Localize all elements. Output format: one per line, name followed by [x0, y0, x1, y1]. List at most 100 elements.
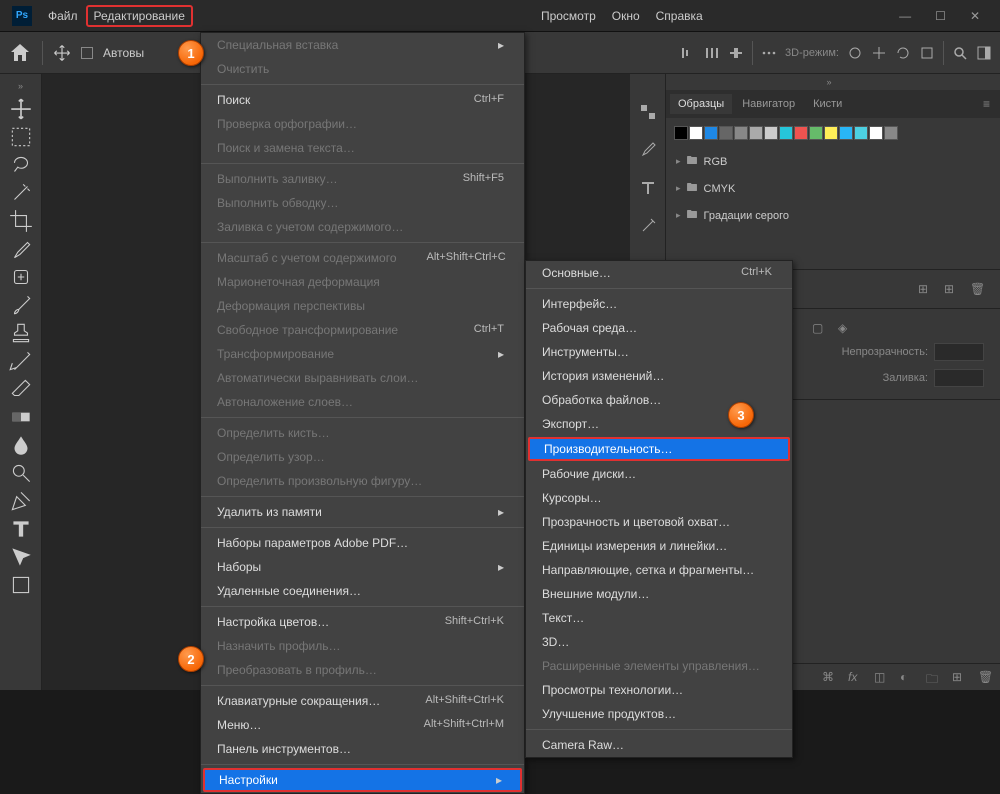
swatch[interactable]: [809, 126, 823, 140]
folder-rgb[interactable]: ▸🖿RGB: [666, 148, 1000, 175]
mask-icon[interactable]: ◫: [874, 670, 888, 684]
menu-auto-align[interactable]: Автоматически выравнивать слои…: [201, 366, 524, 390]
close-button[interactable]: ✕: [966, 7, 984, 25]
workspace-icon[interactable]: [976, 45, 992, 61]
fill-input[interactable]: [934, 369, 984, 387]
new-icon-2[interactable]: ⊞: [944, 282, 958, 296]
menu-define-shape[interactable]: Определить произвольную фигуру…: [201, 469, 524, 493]
gradient-tool[interactable]: [6, 404, 36, 430]
pref-tech-previews[interactable]: Просмотры технологии…: [526, 678, 792, 702]
swatch[interactable]: [779, 126, 793, 140]
history-brush-tool[interactable]: [6, 348, 36, 374]
healing-tool[interactable]: [6, 264, 36, 290]
autoselect-checkbox[interactable]: [81, 47, 93, 59]
search-icon[interactable]: [952, 45, 968, 61]
swatch[interactable]: [869, 126, 883, 140]
link-icon[interactable]: ⌘: [822, 670, 836, 684]
dodge-tool[interactable]: [6, 460, 36, 486]
swatch[interactable]: [734, 126, 748, 140]
new-icon[interactable]: ⊞: [918, 282, 932, 296]
align-icon-2[interactable]: [704, 45, 720, 61]
menu-spellcheck[interactable]: Проверка орфографии…: [201, 112, 524, 136]
adj-icon[interactable]: ◐: [900, 670, 914, 684]
pref-history[interactable]: История изменений…: [526, 364, 792, 388]
eraser-tool[interactable]: [6, 376, 36, 402]
pref-scratch-disks[interactable]: Рабочие диски…: [526, 462, 792, 486]
menu-stroke[interactable]: Выполнить обводку…: [201, 191, 524, 215]
shape-tool[interactable]: [6, 572, 36, 598]
pref-product-improvement[interactable]: Улучшение продуктов…: [526, 702, 792, 726]
menu-puppet-warp[interactable]: Марионеточная деформация: [201, 270, 524, 294]
overflow-icon[interactable]: [761, 45, 777, 61]
pref-3d[interactable]: 3D…: [526, 630, 792, 654]
menu-view[interactable]: Просмотр: [533, 5, 604, 27]
folder-grayscale[interactable]: ▸🖿Градации серого: [666, 202, 1000, 229]
menu-color-settings[interactable]: Настройка цветов…Shift+Ctrl+K: [201, 610, 524, 634]
pref-camera-raw[interactable]: Camera Raw…: [526, 733, 792, 757]
pan-icon[interactable]: [871, 45, 887, 61]
menu-presets[interactable]: Наборы▸: [201, 555, 524, 579]
type-tool[interactable]: [6, 516, 36, 542]
swatch[interactable]: [674, 126, 688, 140]
menu-define-brush[interactable]: Определить кисть…: [201, 421, 524, 445]
menu-menus[interactable]: Меню…Alt+Shift+Ctrl+M: [201, 713, 524, 737]
menu-pdf-presets[interactable]: Наборы параметров Adobe PDF…: [201, 531, 524, 555]
swatch[interactable]: [764, 126, 778, 140]
pref-performance[interactable]: Производительность…: [528, 437, 790, 461]
pref-guides[interactable]: Направляющие, сетка и фрагменты…: [526, 558, 792, 582]
trash-icon[interactable]: 🗑: [970, 282, 984, 296]
group-icon[interactable]: 🗀: [926, 670, 940, 684]
menu-perspective-warp[interactable]: Деформация перспективы: [201, 294, 524, 318]
pref-tools[interactable]: Инструменты…: [526, 340, 792, 364]
pref-cursors[interactable]: Курсоры…: [526, 486, 792, 510]
panel-menu-icon[interactable]: ≡: [977, 97, 996, 111]
swatch[interactable]: [839, 126, 853, 140]
menu-window[interactable]: Окно: [604, 5, 648, 27]
tools-panel-icon[interactable]: [638, 216, 658, 236]
menu-assign-profile[interactable]: Назначить профиль…: [201, 634, 524, 658]
lasso-tool[interactable]: [6, 152, 36, 178]
expand-button[interactable]: »: [0, 78, 41, 94]
wand-tool[interactable]: [6, 180, 36, 206]
menu-toolbar-cfg[interactable]: Панель инструментов…: [201, 737, 524, 761]
brush-panel-icon[interactable]: [638, 140, 658, 160]
shape-icon[interactable]: ▢: [812, 321, 826, 335]
distribute-icon[interactable]: [728, 45, 744, 61]
pref-transparency[interactable]: Прозрачность и цветовой охват…: [526, 510, 792, 534]
pref-general[interactable]: Основные…Ctrl+K: [526, 261, 792, 285]
swatch[interactable]: [824, 126, 838, 140]
menu-content-aware-fill[interactable]: Заливка с учетом содержимого…: [201, 215, 524, 239]
tab-brushes[interactable]: Кисти: [805, 94, 850, 114]
stamp-tool[interactable]: [6, 320, 36, 346]
menu-define-pattern[interactable]: Определить узор…: [201, 445, 524, 469]
swatch[interactable]: [884, 126, 898, 140]
blur-tool[interactable]: [6, 432, 36, 458]
menu-convert-profile[interactable]: Преобразовать в профиль…: [201, 658, 524, 682]
tab-navigator[interactable]: Навигатор: [734, 94, 803, 114]
align-icon[interactable]: [680, 45, 696, 61]
menu-transform[interactable]: Трансформирование▸: [201, 342, 524, 366]
pref-interface[interactable]: Интерфейс…: [526, 292, 792, 316]
crop-tool[interactable]: [6, 208, 36, 234]
rotate-icon[interactable]: [895, 45, 911, 61]
pref-units[interactable]: Единицы измерения и линейки…: [526, 534, 792, 558]
new-layer-icon[interactable]: ⊞: [952, 670, 966, 684]
pref-workspace[interactable]: Рабочая среда…: [526, 316, 792, 340]
menu-findreplace[interactable]: Поиск и замена текста…: [201, 136, 524, 160]
expand-button[interactable]: »: [666, 74, 1000, 90]
menu-free-transform[interactable]: Свободное трансформированиеCtrl+T: [201, 318, 524, 342]
scale-icon[interactable]: [919, 45, 935, 61]
move-tool[interactable]: [6, 96, 36, 122]
menu-file[interactable]: Файл: [40, 5, 86, 27]
path-tool[interactable]: [6, 544, 36, 570]
orbit-icon[interactable]: [847, 45, 863, 61]
minimize-button[interactable]: —: [895, 7, 915, 25]
menu-clear[interactable]: Очистить: [201, 57, 524, 81]
swatch[interactable]: [854, 126, 868, 140]
opacity-input[interactable]: [934, 343, 984, 361]
menu-help[interactable]: Справка: [648, 5, 711, 27]
swatch[interactable]: [689, 126, 703, 140]
menu-purge[interactable]: Удалить из памяти▸: [201, 500, 524, 524]
menu-remote-connections[interactable]: Удаленные соединения…: [201, 579, 524, 603]
menu-content-aware-scale[interactable]: Масштаб с учетом содержимогоAlt+Shift+Ct…: [201, 246, 524, 270]
